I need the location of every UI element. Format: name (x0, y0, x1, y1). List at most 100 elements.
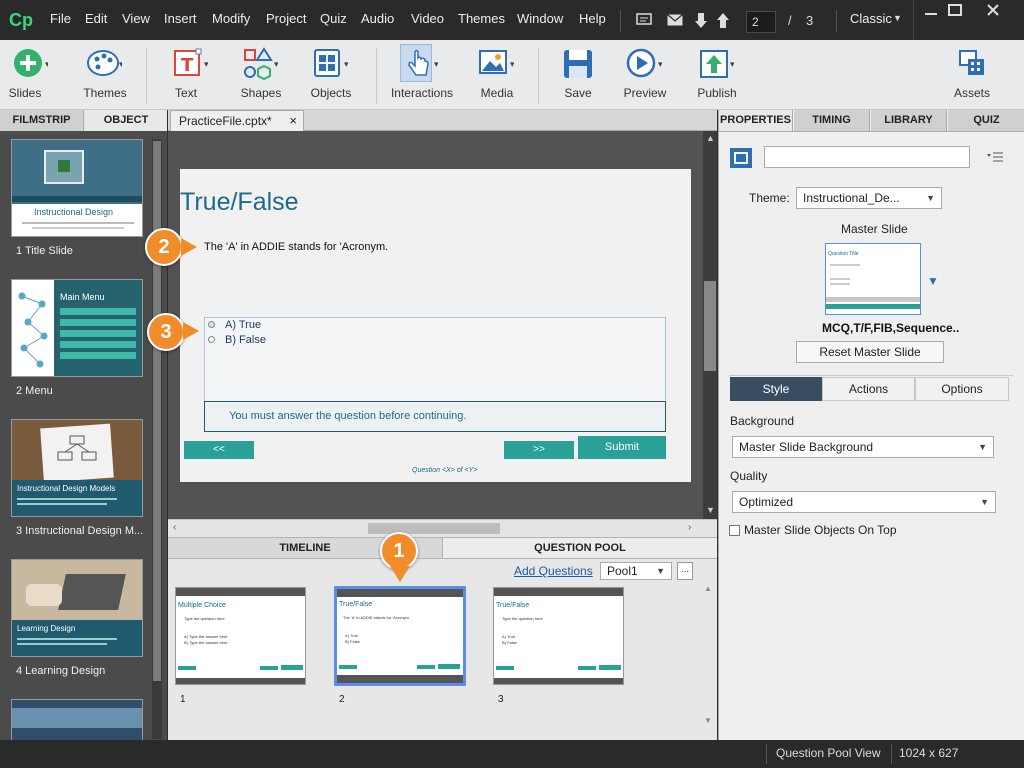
save-button[interactable]: Save (550, 40, 606, 110)
chevron-down-icon: ▼ (980, 497, 989, 507)
menu-modify[interactable]: Modify (212, 11, 250, 26)
tab-timing[interactable]: TIMING (794, 110, 870, 131)
menu-window[interactable]: Window (517, 11, 563, 26)
menu-themes[interactable]: Themes (458, 11, 505, 26)
reset-master-slide-button[interactable]: Reset Master Slide (796, 341, 944, 363)
scroll-up-icon[interactable]: ▲ (706, 133, 715, 143)
comment-icon[interactable] (636, 13, 652, 27)
slide-thumbnail-1[interactable]: Instructional Design (11, 139, 143, 237)
close-icon[interactable] (986, 3, 1000, 17)
stage-vertical-scrollbar[interactable]: ▲ ▼ (703, 131, 717, 519)
tab-question-pool[interactable]: QUESTION POOL (442, 538, 717, 558)
media-button[interactable]: ▾ Media (466, 40, 528, 110)
slides-button[interactable]: ▾ Slides (4, 40, 62, 110)
master-slide-thumbnail[interactable]: Question Title (825, 243, 921, 315)
maximize-icon[interactable] (948, 4, 962, 18)
slide-thumbnail-3[interactable]: Instructional Design Models (11, 419, 143, 517)
pool-question-1[interactable]: Multiple Choice Type the question here A… (175, 587, 306, 685)
pool-select[interactable]: Pool1 ▼ (600, 562, 672, 580)
menu-file[interactable]: File (50, 11, 71, 26)
menu-audio[interactable]: Audio (361, 11, 394, 26)
publish-label: Publish (697, 86, 737, 100)
panel-menu-icon[interactable] (987, 151, 1003, 163)
add-questions-link[interactable]: Add Questions (514, 564, 593, 578)
menu-edit[interactable]: Edit (85, 11, 107, 26)
scroll-right-icon[interactable]: › (688, 522, 691, 533)
page-number-input[interactable]: 2 (746, 11, 776, 33)
theme-select[interactable]: Instructional_De... ▼ (796, 187, 942, 209)
master-slide-expand-icon[interactable]: ▼ (927, 274, 939, 288)
slide-title[interactable]: True/False (180, 188, 299, 217)
stage-horizontal-scrollbar[interactable]: ‹ › (168, 519, 717, 537)
menu-help[interactable]: Help (579, 11, 606, 26)
arrow-down-icon[interactable] (695, 13, 707, 29)
assets-button[interactable]: Assets (946, 40, 998, 110)
subtab-actions[interactable]: Actions (822, 377, 915, 401)
tab-filmstrip[interactable]: FILMSTRIP (0, 110, 84, 131)
back-button[interactable]: << (184, 441, 254, 459)
qpool-scroll-down-icon[interactable]: ▼ (704, 716, 712, 725)
minimize-icon[interactable] (922, 6, 940, 18)
callout-1-pointer (390, 566, 410, 582)
menu-quiz[interactable]: Quiz (320, 11, 347, 26)
submit-button[interactable]: Submit (578, 436, 666, 459)
background-label: Background (730, 414, 795, 428)
arrow-up-icon[interactable] (717, 13, 729, 29)
chevron-down-icon[interactable]: ▼ (893, 13, 902, 23)
quality-select[interactable]: Optimized ▼ (732, 491, 996, 513)
menu-view[interactable]: View (122, 11, 150, 26)
slide-thumbnail-2[interactable]: Main Menu (11, 279, 143, 377)
question-text[interactable]: The 'A' in ADDIE stands for 'Acronym. (204, 241, 388, 253)
pool-question-3[interactable]: True/False Type the question here A) Tru… (493, 587, 624, 685)
radio-false[interactable] (208, 336, 215, 343)
answer-true[interactable]: A) True (225, 319, 261, 331)
object-name-input[interactable] (764, 146, 970, 168)
menu-project[interactable]: Project (266, 11, 306, 26)
pool-question-2[interactable]: True/False The 'A' in ADDIE stands for '… (337, 589, 463, 683)
themes-button[interactable]: ▾ Themes (74, 40, 136, 110)
stage-vscroll-thumb[interactable] (704, 281, 716, 371)
shapes-button[interactable]: ▾ Shapes (230, 40, 292, 110)
preview-button[interactable]: ▾ Preview (614, 40, 676, 110)
qpool-scroll-up-icon[interactable]: ▲ (704, 584, 712, 593)
text-tool-icon: T ▾ (174, 48, 208, 76)
slide-thumbnail-4[interactable]: Learning Design (11, 559, 143, 657)
interactions-button[interactable]: ▾ Interactions (386, 40, 458, 110)
next-button[interactable]: >> (504, 441, 574, 459)
menu-insert[interactable]: Insert (164, 11, 197, 26)
feedback-box[interactable]: You must answer the question before cont… (204, 401, 666, 432)
scroll-left-icon[interactable]: ‹ (173, 522, 176, 533)
master-objects-checkbox[interactable] (729, 525, 740, 536)
page-total: 3 (806, 13, 814, 28)
tab-object-state[interactable]: OBJECT STATE (85, 110, 167, 147)
tab-library[interactable]: LIBRARY (871, 110, 947, 131)
theme-label: Theme: (749, 191, 790, 205)
objects-button[interactable]: ▾ Objects (300, 40, 362, 110)
background-select[interactable]: Master Slide Background ▼ (732, 436, 994, 458)
radio-true[interactable] (208, 321, 215, 328)
slide-thumb-title: Instructional Design Models (17, 484, 116, 493)
document-tab[interactable]: PracticeFile.cptx* × (170, 110, 304, 132)
master-objects-label: Master Slide Objects On Top (744, 523, 897, 537)
pool-question-answer: A) Type the answer here (184, 634, 228, 639)
menu-divider (913, 0, 914, 40)
menu-video[interactable]: Video (411, 11, 444, 26)
close-tab-icon[interactable]: × (289, 111, 297, 131)
publish-button[interactable]: ▾ Publish (686, 40, 748, 110)
tab-properties[interactable]: PROPERTIES (719, 110, 793, 131)
mail-icon[interactable] (667, 14, 683, 26)
scroll-down-icon[interactable]: ▼ (706, 505, 715, 515)
tab-quiz[interactable]: QUIZ (948, 110, 1024, 131)
pool-options-button[interactable]: ... (677, 562, 693, 580)
text-button[interactable]: T ▾ Text (160, 40, 212, 110)
answer-false[interactable]: B) False (225, 334, 266, 346)
workspace-selector[interactable]: Classic (850, 11, 892, 26)
slide-thumbnail-5[interactable] (11, 699, 143, 740)
status-bar: Question Pool View 1024 x 627 (0, 740, 1024, 768)
filmstrip-scroll-thumb[interactable] (153, 141, 161, 681)
subtab-options[interactable]: Options (915, 377, 1009, 401)
quality-select-value: Optimized (739, 495, 794, 509)
pool-question-text: Type the question here (502, 616, 543, 621)
stage-hscroll-thumb[interactable] (368, 523, 500, 534)
subtab-style[interactable]: Style (730, 377, 822, 401)
